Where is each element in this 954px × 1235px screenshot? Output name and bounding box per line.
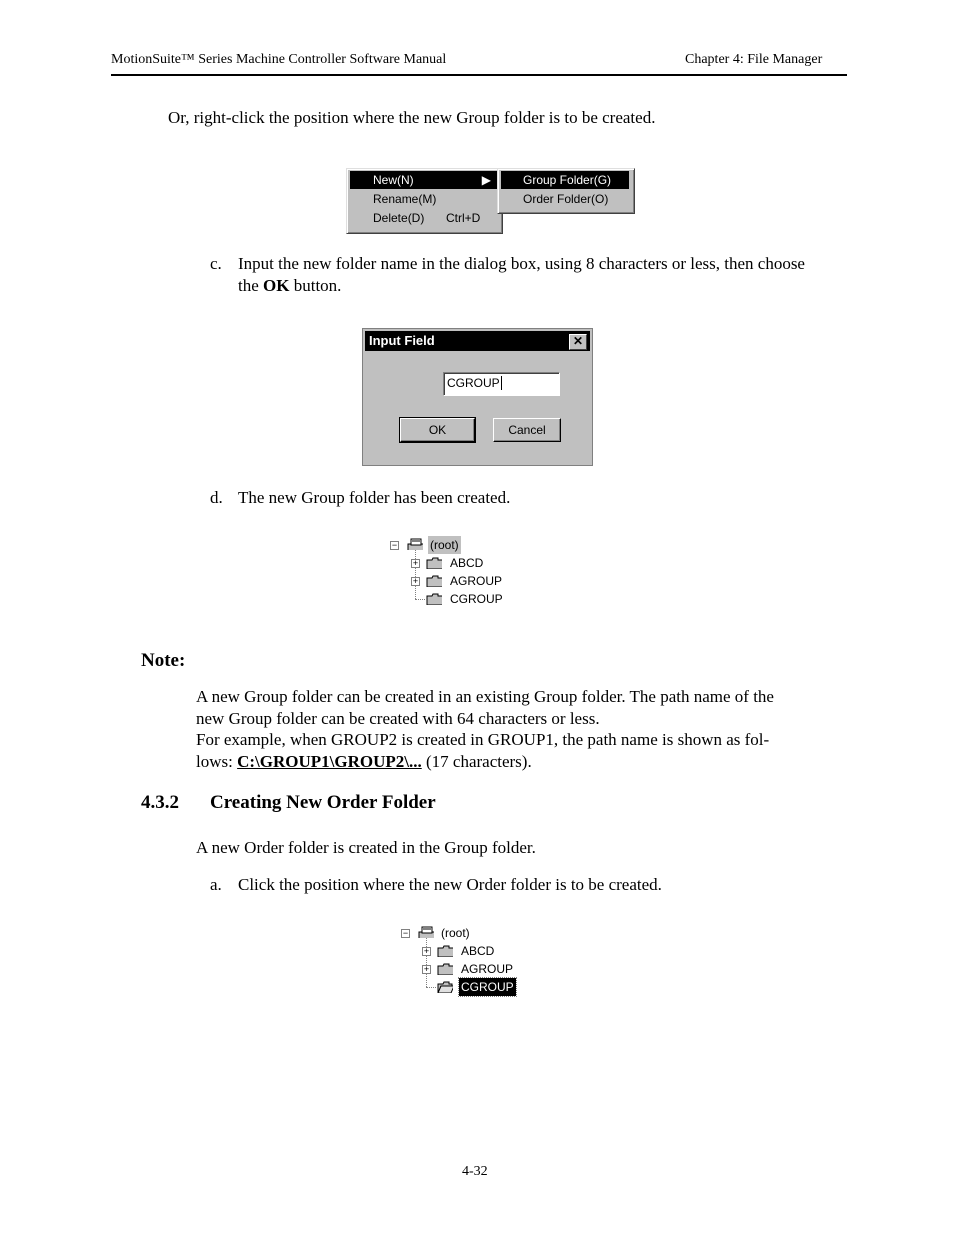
folder-name-value: CGROUP xyxy=(447,376,500,390)
tree-item-label-selected[interactable]: CGROUP xyxy=(458,977,517,997)
note-line-3: For example, when GROUP2 is created in G… xyxy=(196,730,770,749)
step-d-text: The new Group folder has been created. xyxy=(238,488,511,507)
tree-item-label[interactable]: ABCD xyxy=(448,554,485,572)
tree-root-label[interactable]: (root) xyxy=(439,924,472,942)
note-line-4: lows: C:\GROUP1\GROUP2\... (17 character… xyxy=(196,751,846,773)
step-c-marker: c. xyxy=(210,254,222,273)
note-line-4-after: (17 characters). xyxy=(421,751,532,771)
root-drive-icon xyxy=(418,926,434,938)
page-number: 4-32 xyxy=(462,1164,488,1179)
menu-item-delete[interactable]: Delete(D) Ctrl+D xyxy=(350,209,497,227)
folder-name-input[interactable]: CGROUP xyxy=(443,372,560,396)
step-c-bold: OK xyxy=(263,275,290,295)
text-cursor xyxy=(500,376,502,390)
submenu: Group Folder(G) Order Folder(O) xyxy=(497,168,635,214)
tree-item-label[interactable]: CGROUP xyxy=(448,590,505,608)
running-header-title: MotionSuite™ Series Machine Controller S… xyxy=(111,52,447,67)
submenu-arrow-icon: ▶ xyxy=(481,173,491,187)
tree-item-label[interactable]: ABCD xyxy=(459,942,496,960)
folder-icon xyxy=(437,963,453,975)
intro-paragraph: Or, right-click the position where the n… xyxy=(168,108,656,127)
note-heading: Note: xyxy=(141,650,186,671)
menu-item-rename[interactable]: Rename(M) xyxy=(350,190,497,208)
step-a-text: Click the position where the new Order f… xyxy=(238,875,662,894)
folder-tree-2: − (root) + ABCD + AGROUP CGROUP xyxy=(399,924,529,1000)
submenu-item-order-folder-label: Order Folder(O) xyxy=(523,192,609,206)
folder-icon xyxy=(426,557,442,569)
tree-item-label[interactable]: AGROUP xyxy=(459,960,515,978)
note-line-4-before: lows: xyxy=(196,751,238,771)
submenu-item-group-folder-label: Group Folder(G) xyxy=(523,173,612,187)
note-line-1: A new Group folder can be created in an … xyxy=(196,687,774,706)
menu-item-delete-label: Delete(D) xyxy=(373,211,425,225)
open-folder-icon xyxy=(437,981,453,993)
menu-item-new-label: New(N) xyxy=(373,173,414,187)
submenu-item-order-folder[interactable]: Order Folder(O) xyxy=(501,190,629,208)
step-a-marker: a. xyxy=(210,875,222,894)
expand-icon[interactable]: + xyxy=(422,965,431,974)
expand-icon[interactable]: + xyxy=(422,947,431,956)
tree-root-label[interactable]: (root) xyxy=(428,536,461,554)
collapse-icon[interactable]: − xyxy=(390,541,399,550)
header-rule xyxy=(111,74,847,76)
input-field-dialog: Input Field ✕ CGROUP OK Cancel xyxy=(362,328,593,466)
collapse-icon[interactable]: − xyxy=(401,929,410,938)
close-icon[interactable]: ✕ xyxy=(569,334,587,350)
cancel-button[interactable]: Cancel xyxy=(493,418,561,442)
folder-icon xyxy=(426,593,442,605)
dialog-titlebar: Input Field ✕ xyxy=(365,331,590,351)
menu-item-new[interactable]: New(N) ▶ xyxy=(350,171,497,189)
menu-item-delete-shortcut: Ctrl+D xyxy=(446,211,481,225)
running-header-chapter: Chapter 4: File Manager xyxy=(685,52,823,67)
root-drive-icon xyxy=(407,538,423,550)
tree-item-label[interactable]: AGROUP xyxy=(448,572,504,590)
expand-icon[interactable]: + xyxy=(411,577,420,586)
step-c-text: Input the new folder name in the dialog … xyxy=(238,253,828,296)
note-body: A new Group folder can be created in an … xyxy=(196,686,846,772)
context-menu: New(N) ▶ Rename(M) Delete(D) Ctrl+D xyxy=(346,168,503,234)
menu-item-rename-label: Rename(M) xyxy=(373,192,437,206)
dialog-title: Input Field xyxy=(369,333,435,348)
section-number: 4.3.2 xyxy=(141,792,179,813)
section-paragraph: A new Order folder is created in the Gro… xyxy=(196,838,536,857)
step-c-text-after: button. xyxy=(289,275,342,295)
note-path-example: C:\GROUP1\GROUP2\... xyxy=(237,751,422,771)
folder-icon xyxy=(437,945,453,957)
note-line-2: new Group folder can be created with 64 … xyxy=(196,708,600,728)
folder-tree-1: − (root) + ABCD + AGROUP CGROUP xyxy=(388,536,518,612)
step-d-marker: d. xyxy=(210,488,223,507)
expand-icon[interactable]: + xyxy=(411,559,420,568)
ok-button[interactable]: OK xyxy=(399,417,476,443)
section-title: Creating New Order Folder xyxy=(210,792,436,813)
folder-icon xyxy=(426,575,442,587)
submenu-item-group-folder[interactable]: Group Folder(G) xyxy=(501,171,629,189)
